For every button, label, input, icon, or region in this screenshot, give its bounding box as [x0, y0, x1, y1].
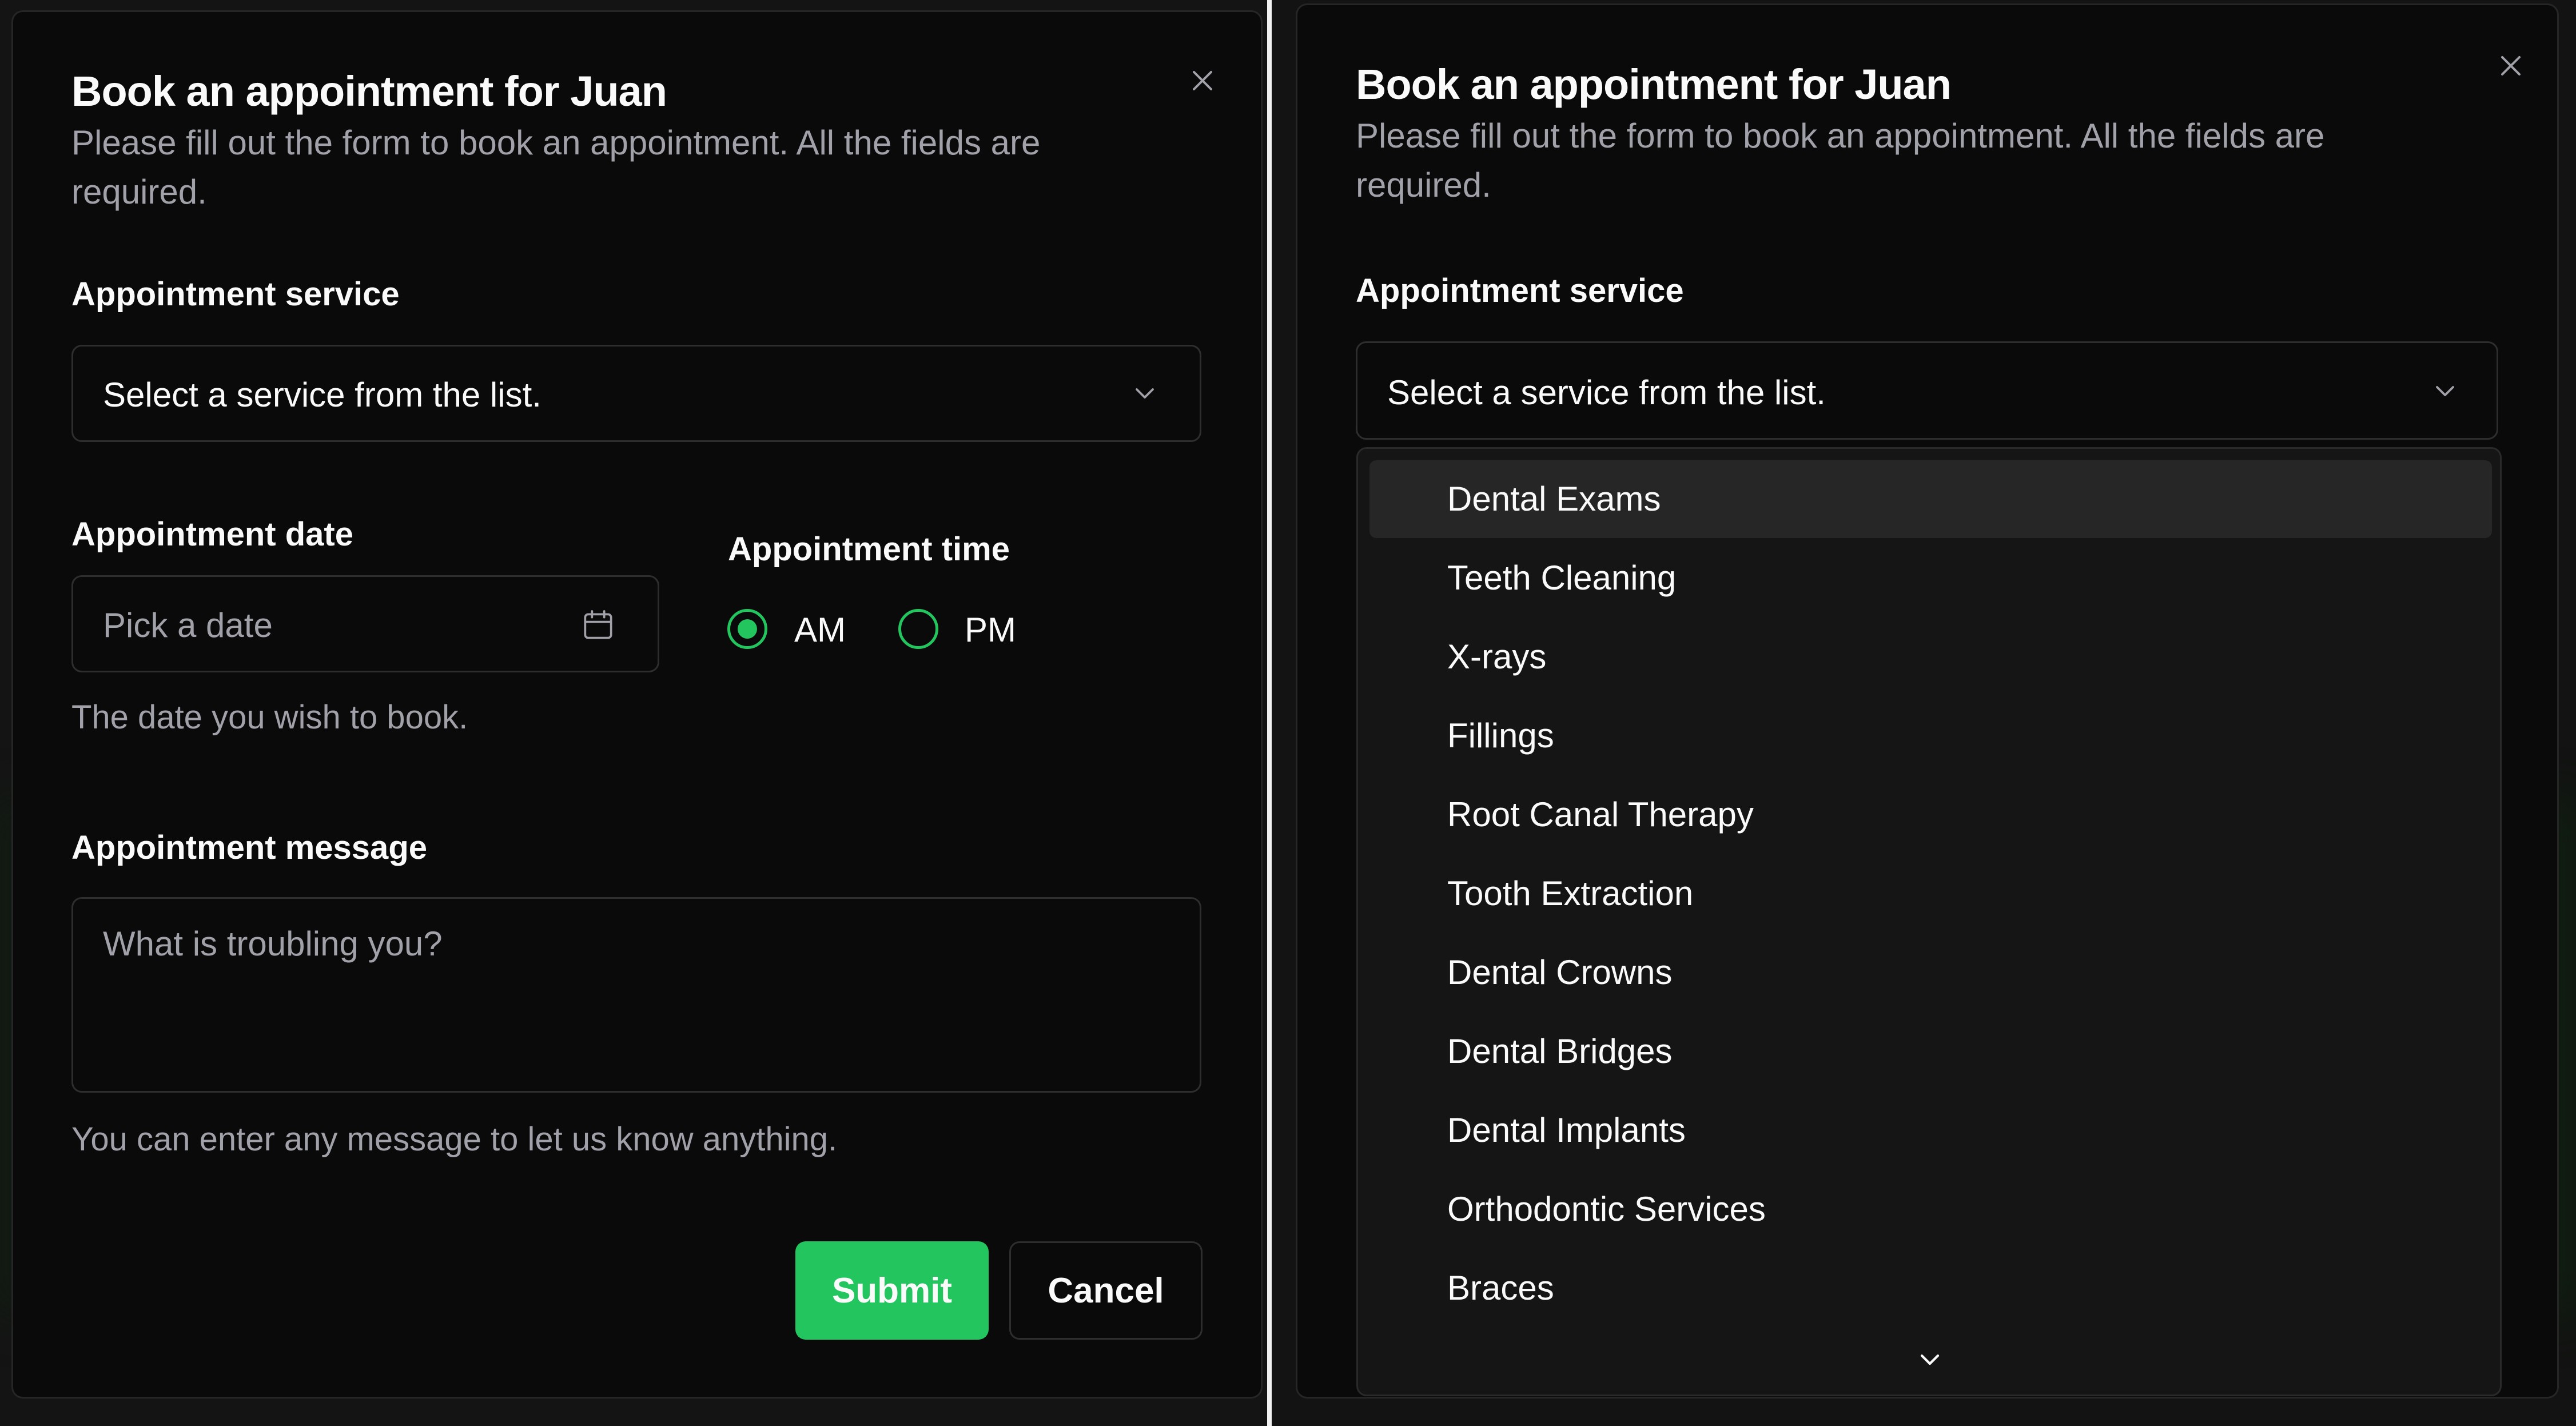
service-option-label: Braces: [1447, 1269, 1554, 1307]
date-picker[interactable]: Pick a date: [71, 575, 659, 672]
close-icon: [2501, 56, 2521, 75]
service-option[interactable]: Tooth Extraction: [1369, 855, 2492, 933]
date-placeholder: Pick a date: [103, 606, 273, 644]
radio-am-label[interactable]: AM: [794, 610, 846, 650]
service-option-label: Dental Implants: [1447, 1111, 1686, 1149]
chevron-down-icon: [1136, 388, 1154, 399]
radio-am[interactable]: [727, 609, 767, 649]
scroll-down-chevron-icon[interactable]: [1914, 1344, 1946, 1376]
service-label: Appointment service: [1356, 272, 1684, 309]
service-option[interactable]: X-rays: [1369, 618, 2492, 696]
message-hint: You can enter any message to let us know…: [71, 1121, 838, 1158]
service-option[interactable]: Dental Bridges: [1369, 1013, 2492, 1090]
service-label: Appointment service: [71, 276, 400, 313]
message-textarea[interactable]: What is troubling you?: [71, 897, 1201, 1093]
service-option-label: Orthodontic Services: [1447, 1190, 1766, 1228]
service-option-label: Tooth Extraction: [1447, 874, 1694, 913]
date-hint: The date you wish to book.: [71, 699, 468, 736]
radio-pm[interactable]: [898, 609, 938, 649]
radio-pm-label[interactable]: PM: [965, 610, 1016, 650]
service-option-label: Fillings: [1447, 716, 1554, 755]
date-label: Appointment date: [71, 516, 353, 553]
service-select[interactable]: Select a service from the list.: [1356, 341, 2498, 440]
close-button[interactable]: [1185, 63, 1220, 98]
screenshot-divider: [1267, 0, 1272, 1426]
service-option-label: Dental Crowns: [1447, 953, 1673, 991]
close-button[interactable]: [2494, 49, 2528, 83]
service-select[interactable]: Select a service from the list.: [71, 345, 1201, 442]
service-option-label: Dental Bridges: [1447, 1032, 1673, 1070]
chevron-down-icon: [2436, 386, 2454, 396]
service-select-value: Select a service from the list.: [1387, 373, 1826, 412]
submit-button[interactable]: Submit: [795, 1241, 989, 1340]
dialog-description: Please fill out the form to book an appo…: [1356, 117, 2325, 204]
close-icon: [1193, 71, 1212, 90]
service-option[interactable]: Orthodontic Services: [1369, 1170, 2492, 1248]
service-option-label: Dental Exams: [1447, 480, 1661, 518]
service-options-listbox: Dental Exams Teeth Cleaning X-rays Filli…: [1356, 447, 2502, 1396]
service-option-label: Root Canal Therapy: [1447, 795, 1754, 834]
service-option[interactable]: Dental Exams: [1369, 460, 2492, 538]
service-option[interactable]: Teeth Cleaning: [1369, 539, 2492, 617]
dialog-description: Please fill out the form to book an appo…: [71, 124, 1041, 211]
service-option[interactable]: Root Canal Therapy: [1369, 776, 2492, 854]
service-select-value: Select a service from the list.: [103, 376, 542, 414]
cancel-button[interactable]: Cancel: [1009, 1241, 1203, 1340]
radio-am-indicator: [738, 619, 757, 639]
service-option[interactable]: Dental Implants: [1369, 1092, 2492, 1169]
service-option[interactable]: Fillings: [1369, 697, 2492, 775]
service-option-label: Teeth Cleaning: [1447, 559, 1677, 597]
message-label: Appointment message: [71, 829, 427, 866]
booking-dialog: Book an appointment for Juan Please fill…: [11, 10, 1263, 1399]
calendar-icon: [584, 610, 612, 639]
dialog-title: Book an appointment for Juan: [1356, 61, 1952, 108]
service-option-label: X-rays: [1447, 638, 1547, 676]
dialog-title: Book an appointment for Juan: [71, 67, 667, 115]
service-option[interactable]: Braces: [1369, 1249, 2492, 1327]
service-option[interactable]: Dental Crowns: [1369, 934, 2492, 1011]
time-label: Appointment time: [728, 531, 1010, 568]
message-placeholder: What is troubling you?: [103, 925, 443, 963]
